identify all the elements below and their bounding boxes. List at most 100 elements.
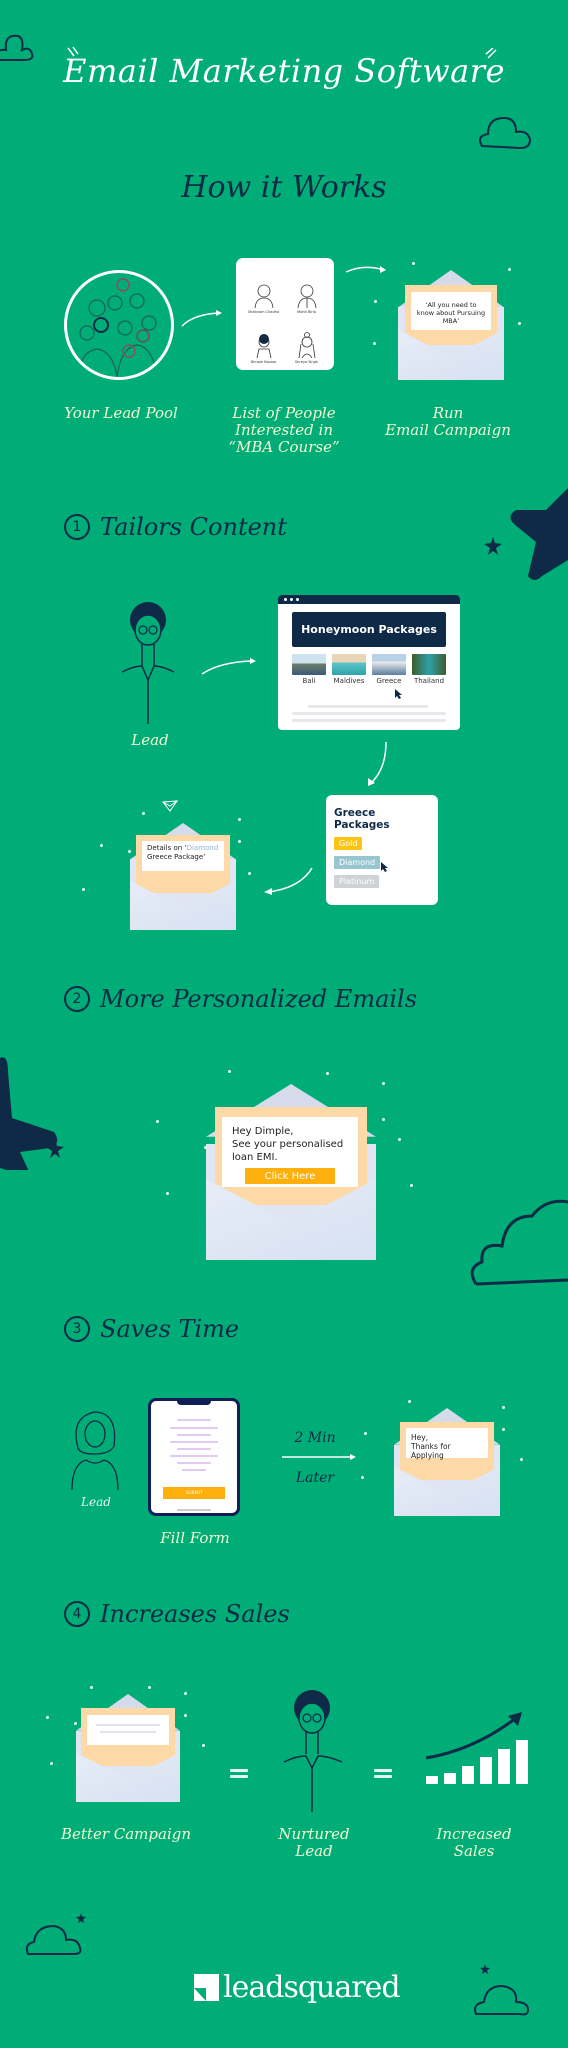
step-label-people-list: List of People Interested in “MBA Course… <box>216 405 352 456</box>
label-line: Lead <box>295 1842 333 1860</box>
brand-name: leadsquared <box>223 1970 401 2005</box>
cloud-icon <box>25 1924 82 1955</box>
arrow-icon <box>282 1454 356 1460</box>
person-card: Shabnam Chadha <box>242 264 285 314</box>
destination-item[interactable]: Greece <box>372 654 406 685</box>
label-line: Nurtured <box>278 1825 350 1843</box>
arrow-icon <box>264 867 313 895</box>
small-star-icon <box>480 1964 490 1974</box>
email-text: Greece Package’ <box>147 853 206 861</box>
sales-bar <box>444 1773 456 1784</box>
step-label-campaign: Run Email Campaign <box>380 405 516 439</box>
small-star-icon <box>484 537 502 555</box>
destination-item[interactable]: Thailand <box>412 654 446 685</box>
sparkle-icon <box>485 48 497 59</box>
lead-label: Lead <box>131 731 169 749</box>
crowd-icon <box>76 278 158 377</box>
destination-label: Thailand <box>413 677 445 685</box>
small-star-icon <box>76 1913 86 1923</box>
label-line: Run <box>432 404 464 422</box>
fill-form-label: Fill Form <box>160 1529 230 1547</box>
section-heading-4: 4 Increases Sales <box>64 1600 290 1628</box>
equals-icon <box>230 1766 248 1781</box>
cloud-icon <box>479 116 532 150</box>
form-phone: SUBMIT <box>148 1398 240 1516</box>
webpage-card: Honeymoon Packages Bali Maldives Greece … <box>278 595 460 730</box>
section-heading-2: 2 More Personalized Emails <box>64 985 417 1013</box>
person-name: Dimple Kapoor <box>250 360 277 364</box>
item-label-nurtured-lead: Nurtured Lead <box>264 1826 364 1860</box>
label-line: “MBA Course” <box>228 438 340 456</box>
email-greeting: Hey, <box>411 1433 429 1442</box>
arrow-icon <box>181 310 222 327</box>
small-star-icon <box>46 1140 64 1158</box>
cloud-icon <box>474 1984 530 2016</box>
arrow-icon <box>368 741 387 786</box>
email-text: Details on ‘ <box>147 844 187 852</box>
packages-title: Greece Packages <box>334 807 390 831</box>
people-list-card: Shabnam Chadha Mohit Birla Dimple Kapoor… <box>236 258 334 370</box>
cursor-icon <box>381 862 388 872</box>
lead-person-icon <box>121 602 175 724</box>
label-line: Interested in <box>235 421 333 439</box>
nurtured-lead-icon <box>283 1690 343 1812</box>
equals-icon <box>374 1766 392 1781</box>
sales-bar <box>516 1740 528 1784</box>
destination-image <box>332 654 366 675</box>
destination-item[interactable]: Maldives <box>332 654 366 685</box>
sales-bars <box>426 1740 528 1784</box>
destination-image <box>292 654 326 675</box>
email-subject: ‘All you need to know about Pursuing MBA… <box>411 292 491 330</box>
person-card: Shreya Singh <box>285 314 328 364</box>
section-title: Increases Sales <box>100 1600 290 1628</box>
email-message: Details on ‘Diamond Greece Package’ <box>142 841 224 871</box>
destination-label: Greece <box>376 677 402 685</box>
person-icon <box>256 334 271 358</box>
star-icon <box>510 488 568 580</box>
packages-card: Greece Packages Gold Diamond Platinum <box>326 795 438 905</box>
label-line: Sales <box>453 1842 495 1860</box>
sales-bar <box>462 1766 474 1784</box>
brand-logo: leadsquared <box>194 1970 401 2005</box>
person-icon <box>254 284 273 308</box>
paper-plane-icon <box>162 800 178 812</box>
lead-pool-circle <box>64 270 174 380</box>
sparkle-icon <box>67 46 79 57</box>
package-option-gold[interactable]: Gold <box>334 837 363 850</box>
section-title: Saves Time <box>100 1315 240 1343</box>
better-campaign-envelope <box>76 1694 180 1802</box>
email-message: Hey, Thanks for Applying <box>406 1428 488 1460</box>
delay-bottom: Later <box>295 1470 335 1486</box>
destination-label: Bali <box>302 677 316 685</box>
personalized-email-envelope: Hey Dimple, See your personalised loan E… <box>206 1084 376 1260</box>
destination-image <box>412 654 446 675</box>
label-line: Increased <box>436 1825 512 1843</box>
lead-woman-icon <box>71 1411 119 1490</box>
click-here-button[interactable]: Click Here <box>245 1168 335 1184</box>
section-number: 3 <box>64 1316 90 1342</box>
person-card: Mohit Birla <box>285 264 328 314</box>
webpage-banner: Honeymoon Packages <box>292 612 446 647</box>
destination-label: Maldives <box>333 677 365 685</box>
step-label-lead-pool: Your Lead Pool <box>64 404 178 422</box>
person-card: Dimple Kapoor <box>242 314 285 364</box>
section-heading-3: 3 Saves Time <box>64 1315 239 1343</box>
email-envelope: Details on ‘Diamond Greece Package’ <box>130 823 236 930</box>
section-title: More Personalized Emails <box>100 985 418 1013</box>
lead-label: Lead <box>81 1495 111 1509</box>
arrow-icon <box>201 658 256 675</box>
destination-item[interactable]: Bali <box>292 654 326 685</box>
submit-button[interactable]: SUBMIT <box>163 1487 225 1499</box>
package-option-platinum[interactable]: Platinum <box>334 875 380 888</box>
email-highlight: Diamond <box>186 844 219 852</box>
destination-list: Bali Maldives Greece Thailand <box>292 654 446 685</box>
item-label-better-campaign: Better Campaign <box>60 1825 192 1843</box>
email-line: loan EMI. <box>232 1152 278 1163</box>
cloud-icon <box>470 1199 568 1286</box>
section-subtitle: How it Works <box>181 170 387 205</box>
package-option-diamond[interactable]: Diamond <box>334 856 381 869</box>
browser-bar <box>278 595 460 604</box>
arrow-icon <box>345 266 386 273</box>
email-line: Thanks for Applying <box>411 1442 451 1460</box>
section-number: 2 <box>64 986 90 1012</box>
